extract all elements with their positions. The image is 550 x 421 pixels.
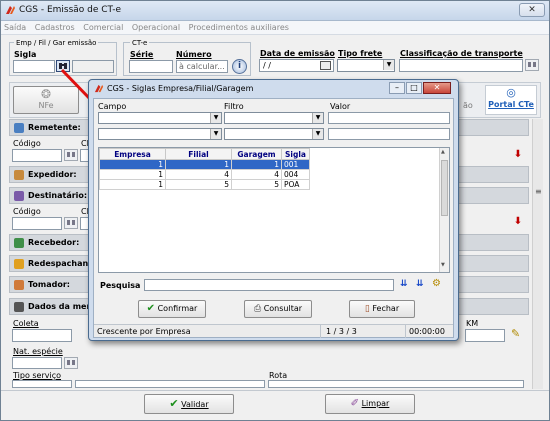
chevron-down-icon: ▼ bbox=[312, 129, 323, 139]
table-row[interactable]: 1 4 4 004 bbox=[99, 169, 310, 180]
siglas-grid[interactable]: Empresa Filial Garagem Sigla 1 1 1 001 1… bbox=[98, 147, 450, 273]
fechar-button[interactable]: ▯ Fechar bbox=[349, 300, 415, 318]
pesquisa-input[interactable] bbox=[144, 279, 394, 291]
dialog-title: CGS - Siglas Empresa/Filial/Garagem bbox=[107, 84, 254, 93]
table-cell: 1 bbox=[99, 159, 166, 170]
filtro-select-1[interactable]: ▼ bbox=[224, 112, 324, 124]
dialog-close-button[interactable]: ✕ bbox=[423, 82, 451, 94]
fechar-label: Fechar bbox=[372, 304, 400, 313]
status-divider bbox=[320, 325, 321, 338]
table-cell: 4 bbox=[165, 169, 232, 180]
consultar-label: Consultar bbox=[263, 304, 303, 313]
dialog-status-bar: Crescente por Empresa 1 / 3 / 3 00:00:00 bbox=[94, 324, 453, 338]
column-header[interactable]: Filial bbox=[165, 148, 232, 160]
table-header-row: Empresa Filial Garagem Sigla bbox=[99, 148, 310, 160]
column-header[interactable]: Sigla bbox=[281, 148, 310, 160]
maximize-button[interactable]: □ bbox=[406, 82, 422, 94]
minimize-button[interactable]: – bbox=[389, 82, 405, 94]
table-cell: 004 bbox=[281, 169, 310, 180]
printer-icon: ⎙ bbox=[253, 304, 262, 314]
scroll-up-icon[interactable]: ▲ bbox=[441, 149, 445, 155]
filtro-label: Filtro bbox=[224, 102, 244, 111]
column-header[interactable]: Garagem bbox=[231, 148, 282, 160]
campo-select-2[interactable]: ▼ bbox=[98, 128, 222, 140]
siglas-table: Empresa Filial Garagem Sigla 1 1 1 001 1… bbox=[99, 148, 310, 190]
table-cell: 1 bbox=[99, 169, 166, 180]
filtro-select-2[interactable]: ▼ bbox=[224, 128, 324, 140]
search-all-icon[interactable]: ⇊ bbox=[416, 279, 424, 289]
dialog-body: Campo Filtro Valor ▼ ▼ ▼ ▼ Empresa Filia… bbox=[93, 98, 454, 338]
settings-gear-icon[interactable]: ⚙ bbox=[432, 278, 441, 289]
chevron-down-icon: ▼ bbox=[312, 113, 323, 123]
table-cell: 5 bbox=[231, 179, 282, 190]
valor-input-2[interactable] bbox=[328, 128, 450, 140]
table-cell: 1 bbox=[99, 179, 166, 190]
table-cell: POA bbox=[281, 179, 310, 190]
pesquisa-label: Pesquisa bbox=[100, 281, 141, 290]
scroll-thumb[interactable] bbox=[441, 160, 448, 216]
column-header[interactable]: Empresa bbox=[99, 148, 166, 160]
table-cell: 4 bbox=[231, 169, 282, 180]
chevron-down-icon: ▼ bbox=[210, 129, 221, 139]
valor-label: Valor bbox=[330, 102, 351, 111]
search-next-icon[interactable]: ⇊ bbox=[400, 279, 408, 289]
siglas-dialog: CGS - Siglas Empresa/Filial/Garagem – □ … bbox=[88, 79, 459, 341]
confirmar-button[interactable]: ✔ Confirmar bbox=[138, 300, 206, 318]
scroll-down-icon[interactable]: ▼ bbox=[441, 262, 445, 268]
confirmar-label: Confirmar bbox=[157, 304, 198, 313]
campo-label: Campo bbox=[98, 102, 127, 111]
checkmark-icon: ✔ bbox=[146, 303, 156, 314]
valor-input-1[interactable] bbox=[328, 112, 450, 124]
grid-scrollbar[interactable]: ▲ ▼ bbox=[439, 148, 449, 272]
status-divider bbox=[405, 325, 406, 338]
table-row[interactable]: 1 1 1 001 bbox=[99, 159, 310, 170]
chevron-down-icon: ▼ bbox=[210, 113, 221, 123]
campo-select-1[interactable]: ▼ bbox=[98, 112, 222, 124]
app-logo-icon bbox=[94, 84, 104, 93]
dialog-title-bar: CGS - Siglas Empresa/Filial/Garagem – □ … bbox=[89, 80, 458, 98]
table-row[interactable]: 1 5 5 POA bbox=[99, 179, 310, 190]
door-exit-icon: ▯ bbox=[364, 304, 370, 314]
table-cell: 001 bbox=[281, 159, 310, 170]
status-time: 00:00:00 bbox=[409, 327, 445, 336]
status-order: Crescente por Empresa bbox=[97, 327, 191, 336]
table-cell: 1 bbox=[165, 159, 232, 170]
table-cell: 5 bbox=[165, 179, 232, 190]
status-count: 1 / 3 / 3 bbox=[326, 327, 357, 336]
table-cell: 1 bbox=[231, 159, 282, 170]
consultar-button[interactable]: ⎙ Consultar bbox=[244, 300, 312, 318]
